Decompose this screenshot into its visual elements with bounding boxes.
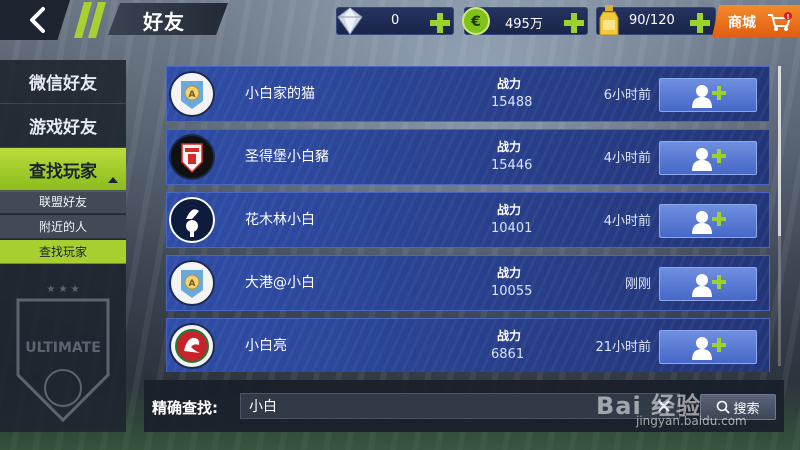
svg-text:A: A <box>189 279 196 289</box>
add-friend-button[interactable] <box>659 204 757 238</box>
power-value: 6861 <box>491 347 525 362</box>
power-label: 战力 <box>497 266 522 280</box>
scrollbar-thumb[interactable] <box>778 66 781 236</box>
subtab-alliance-friends[interactable]: 联盟好友 <box>0 190 126 214</box>
power-label: 战力 <box>497 329 522 343</box>
add-friend-button[interactable] <box>659 78 757 112</box>
slash-decoration-icon <box>74 2 106 38</box>
tab-label: 查找玩家 <box>29 162 97 182</box>
tab-label: 游戏好友 <box>29 118 97 138</box>
active-indicator-icon <box>108 177 118 183</box>
last-online-time: 21小时前 <box>595 340 651 355</box>
power-label: 战力 <box>497 203 522 217</box>
ultimate-emblem-icon: ★ ★ ★ ULTIMATE <box>16 284 110 423</box>
power-value: 15488 <box>491 95 533 110</box>
coin-counter: € 495万 <box>462 7 588 35</box>
diamond-value: 0 <box>391 13 400 28</box>
power-label: 战力 <box>497 77 522 91</box>
add-user-icon <box>692 211 726 234</box>
cart-icon: ! <box>768 12 792 31</box>
add-diamond-button[interactable] <box>429 12 451 34</box>
subtab-label: 附近的人 <box>38 220 87 234</box>
player-name: 圣得堡小白豬 <box>245 149 329 165</box>
player-row: 圣得堡小白豬 战力 15446 4小时前 <box>166 129 770 185</box>
emblem-text: ULTIMATE <box>25 340 101 356</box>
svg-text:★ ★ ★: ★ ★ ★ <box>46 284 79 295</box>
last-online-time: 刚刚 <box>624 277 651 292</box>
tab-game-friends[interactable]: 游戏好友 <box>0 104 126 148</box>
last-online-time: 4小时前 <box>603 214 651 229</box>
subtab-label: 查找玩家 <box>38 245 87 259</box>
player-row: 花木林小白 战力 10401 4小时前 <box>166 192 770 248</box>
add-friend-button[interactable] <box>659 141 757 175</box>
add-user-icon <box>692 148 726 171</box>
add-user-icon <box>692 337 726 360</box>
shop-label: 商城 <box>728 15 756 31</box>
page-title: 好友 <box>143 10 185 34</box>
search-icon <box>717 400 731 414</box>
tab-find-players[interactable]: 查找玩家 <box>0 148 126 192</box>
add-friend-button[interactable] <box>659 267 757 301</box>
sevilla-crest-icon[interactable] <box>169 134 215 180</box>
energy-value: 90/120 <box>629 13 675 28</box>
tab-label: 微信好友 <box>29 74 97 94</box>
cockerel-crest-icon[interactable] <box>169 197 215 243</box>
search-label: 精确查找: <box>152 399 218 417</box>
coin-icon: € <box>462 7 490 35</box>
power-label: 战力 <box>497 140 522 154</box>
back-arrow-icon[interactable] <box>24 6 52 34</box>
svg-text:A: A <box>189 90 196 100</box>
player-row: A 小白家的猫 战力 15488 6小时前 <box>166 66 770 122</box>
player-row: A 大港@小白 战力 10055 刚刚 <box>166 255 770 311</box>
add-friend-button[interactable] <box>659 330 757 364</box>
dragon-crest-icon[interactable] <box>169 323 215 369</box>
svg-text:€: € <box>470 14 481 30</box>
coin-value: 495万 <box>505 17 543 32</box>
power-value: 15446 <box>491 158 533 173</box>
add-user-icon <box>692 85 726 108</box>
add-energy-button[interactable] <box>689 12 711 34</box>
tab-wechat-friends[interactable]: 微信好友 <box>0 60 126 104</box>
player-row: 小白亮 战力 6861 21小时前 <box>166 318 770 372</box>
subtab-find-players[interactable]: 查找玩家 <box>0 240 126 264</box>
shop-button[interactable]: 商城 ! <box>712 5 800 37</box>
top-bar: 好友 0 € 495万 90/120 商城 ! <box>0 0 800 40</box>
subtab-nearby-people[interactable]: 附近的人 <box>0 215 126 239</box>
a-badge-icon[interactable]: A <box>169 260 215 306</box>
player-list: A 小白家的猫 战力 15488 6小时前 圣得堡小白豬 战力 15446 4小… <box>148 62 784 372</box>
energy-counter: 90/120 <box>596 5 716 36</box>
watermark-url: jingyan.baidu.com <box>636 414 747 428</box>
power-value: 10055 <box>491 284 533 299</box>
power-value: 10401 <box>491 221 533 236</box>
list-scrollbar[interactable] <box>778 66 781 366</box>
last-online-time: 4小时前 <box>603 151 651 166</box>
diamond-icon <box>337 7 363 35</box>
player-name: 小白亮 <box>245 338 287 354</box>
diamond-counter: 0 <box>336 7 454 35</box>
player-name: 大港@小白 <box>245 275 315 291</box>
add-coin-button[interactable] <box>563 12 585 34</box>
last-online-time: 6小时前 <box>603 88 651 103</box>
subtab-label: 联盟好友 <box>38 195 87 209</box>
shop-alert-badge: ! <box>786 13 789 21</box>
energy-bottle-icon <box>599 5 619 36</box>
player-name: 小白家的猫 <box>245 86 315 102</box>
add-user-icon <box>692 274 726 297</box>
a-badge-icon[interactable]: A <box>169 71 215 117</box>
player-name: 花木林小白 <box>245 212 315 228</box>
